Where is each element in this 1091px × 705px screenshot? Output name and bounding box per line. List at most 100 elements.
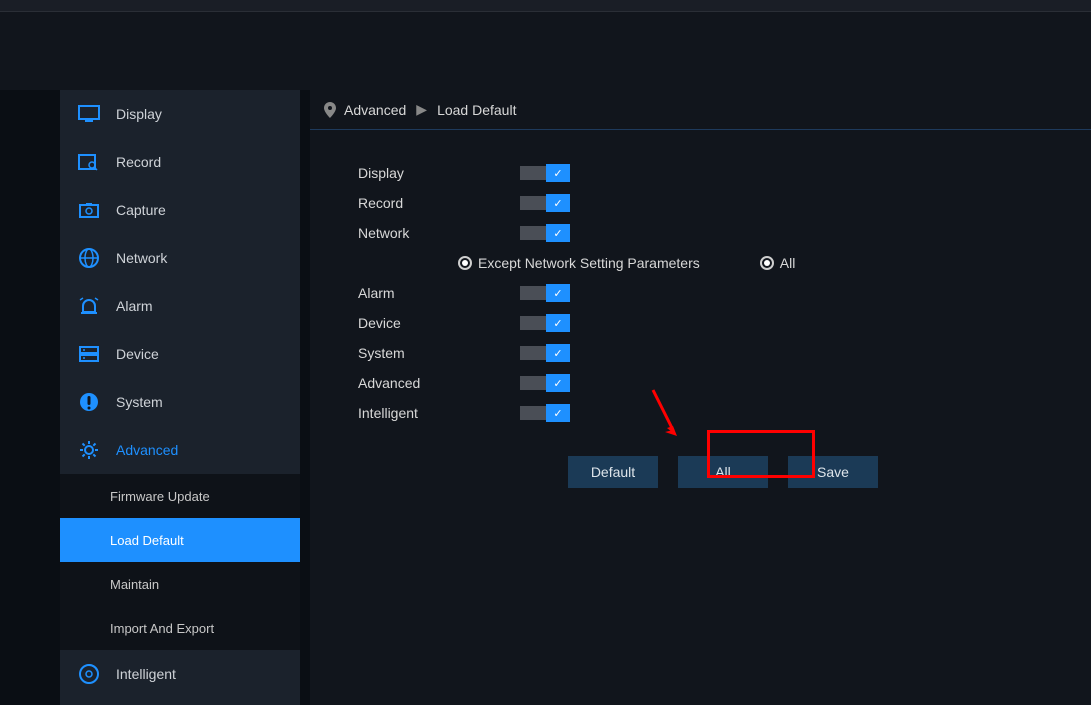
toggle-track bbox=[520, 196, 546, 210]
toggle-track bbox=[520, 346, 546, 360]
toggle-track bbox=[520, 316, 546, 330]
sidebar-sub-firmware-update[interactable]: Firmware Update bbox=[60, 474, 300, 518]
sidebar-sub-label: Firmware Update bbox=[110, 489, 210, 504]
setting-label: Advanced bbox=[358, 375, 520, 391]
radio-label: All bbox=[780, 255, 796, 271]
sidebar-sub-label: Import And Export bbox=[110, 621, 214, 636]
sidebar-item-label: Capture bbox=[116, 202, 166, 218]
sidebar-item-network[interactable]: Network bbox=[60, 234, 300, 282]
check-icon: ✓ bbox=[546, 284, 570, 302]
setting-row-display: Display ✓ bbox=[358, 158, 1091, 188]
default-button[interactable]: Default bbox=[568, 456, 658, 488]
sidebar-item-label: Alarm bbox=[116, 298, 153, 314]
advanced-icon bbox=[78, 439, 100, 461]
sidebar-item-system[interactable]: System bbox=[60, 378, 300, 426]
sidebar-sub-import-export[interactable]: Import And Export bbox=[60, 606, 300, 650]
breadcrumb-separator-icon: ▶ bbox=[416, 101, 427, 118]
toggle-record[interactable]: ✓ bbox=[520, 194, 570, 212]
toggle-alarm[interactable]: ✓ bbox=[520, 284, 570, 302]
toggle-advanced[interactable]: ✓ bbox=[520, 374, 570, 392]
network-icon bbox=[78, 247, 100, 269]
main-container: Display Record Capture Network Alarm bbox=[0, 90, 1091, 705]
check-icon: ✓ bbox=[546, 164, 570, 182]
toggle-track bbox=[520, 286, 546, 300]
toggle-intelligent[interactable]: ✓ bbox=[520, 404, 570, 422]
record-icon bbox=[78, 151, 100, 173]
action-buttons: Default All Save bbox=[568, 456, 1091, 488]
capture-icon bbox=[78, 199, 100, 221]
sidebar-item-label: Intelligent bbox=[116, 666, 176, 682]
setting-row-intelligent: Intelligent ✓ bbox=[358, 398, 1091, 428]
sidebar-sub-label: Maintain bbox=[110, 577, 159, 592]
all-button[interactable]: All bbox=[678, 456, 768, 488]
radio-icon bbox=[760, 256, 774, 270]
sidebar-advanced-submenu: Firmware Update Load Default Maintain Im… bbox=[60, 474, 300, 650]
check-icon: ✓ bbox=[546, 194, 570, 212]
toggle-track bbox=[520, 166, 546, 180]
toggle-network[interactable]: ✓ bbox=[520, 224, 570, 242]
system-icon bbox=[78, 391, 100, 413]
sidebar-item-device[interactable]: Device bbox=[60, 330, 300, 378]
button-label: Default bbox=[591, 464, 635, 480]
check-icon: ✓ bbox=[546, 224, 570, 242]
device-icon bbox=[78, 343, 100, 365]
sidebar-item-label: Record bbox=[116, 154, 161, 170]
toggle-track bbox=[520, 226, 546, 240]
button-label: All bbox=[715, 464, 731, 480]
setting-label: Network bbox=[358, 225, 520, 241]
settings-form: Display ✓ Record ✓ Network ✓ bbox=[310, 130, 1091, 488]
sidebar-item-intelligent[interactable]: Intelligent bbox=[60, 650, 300, 698]
sidebar-sub-load-default[interactable]: Load Default bbox=[60, 518, 300, 562]
setting-row-device: Device ✓ bbox=[358, 308, 1091, 338]
toggle-system[interactable]: ✓ bbox=[520, 344, 570, 362]
sidebar-item-label: Network bbox=[116, 250, 167, 266]
breadcrumb-item-2: Load Default bbox=[437, 102, 516, 118]
setting-row-alarm: Alarm ✓ bbox=[358, 278, 1091, 308]
setting-label: Record bbox=[358, 195, 520, 211]
sidebar-item-label: Advanced bbox=[116, 442, 178, 458]
radio-icon bbox=[458, 256, 472, 270]
setting-row-record: Record ✓ bbox=[358, 188, 1091, 218]
toggle-track bbox=[520, 406, 546, 420]
top-strip bbox=[0, 0, 1091, 12]
setting-label: Device bbox=[358, 315, 520, 331]
radio-option-except[interactable]: Except Network Setting Parameters bbox=[458, 255, 760, 271]
sidebar-item-record[interactable]: Record bbox=[60, 138, 300, 186]
network-radio-group: Except Network Setting Parameters All bbox=[358, 248, 1091, 278]
sidebar-item-advanced[interactable]: Advanced bbox=[60, 426, 300, 474]
header-area bbox=[0, 12, 1091, 90]
setting-row-advanced: Advanced ✓ bbox=[358, 368, 1091, 398]
sidebar: Display Record Capture Network Alarm bbox=[60, 90, 300, 705]
intelligent-icon bbox=[78, 663, 100, 685]
sidebar-item-label: Device bbox=[116, 346, 159, 362]
breadcrumb-item-1[interactable]: Advanced bbox=[344, 102, 406, 118]
content-panel: Advanced ▶ Load Default Display ✓ Record… bbox=[310, 90, 1091, 705]
sidebar-item-capture[interactable]: Capture bbox=[60, 186, 300, 234]
check-icon: ✓ bbox=[546, 404, 570, 422]
alarm-icon bbox=[78, 295, 100, 317]
sidebar-item-display[interactable]: Display bbox=[60, 90, 300, 138]
display-icon bbox=[78, 103, 100, 125]
sidebar-item-alarm[interactable]: Alarm bbox=[60, 282, 300, 330]
setting-label: Intelligent bbox=[358, 405, 520, 421]
sidebar-item-label: System bbox=[116, 394, 163, 410]
setting-label: Alarm bbox=[358, 285, 520, 301]
save-button[interactable]: Save bbox=[788, 456, 878, 488]
check-icon: ✓ bbox=[546, 374, 570, 392]
toggle-device[interactable]: ✓ bbox=[520, 314, 570, 332]
setting-row-system: System ✓ bbox=[358, 338, 1091, 368]
location-icon bbox=[324, 102, 336, 118]
toggle-display[interactable]: ✓ bbox=[520, 164, 570, 182]
setting-label: System bbox=[358, 345, 520, 361]
button-label: Save bbox=[817, 464, 849, 480]
breadcrumb: Advanced ▶ Load Default bbox=[310, 90, 1091, 130]
sidebar-sub-maintain[interactable]: Maintain bbox=[60, 562, 300, 606]
check-icon: ✓ bbox=[546, 344, 570, 362]
sidebar-sub-label: Load Default bbox=[110, 533, 184, 548]
radio-option-all[interactable]: All bbox=[760, 255, 856, 271]
setting-row-network: Network ✓ bbox=[358, 218, 1091, 248]
toggle-track bbox=[520, 376, 546, 390]
setting-label: Display bbox=[358, 165, 520, 181]
check-icon: ✓ bbox=[546, 314, 570, 332]
radio-label: Except Network Setting Parameters bbox=[478, 255, 700, 271]
